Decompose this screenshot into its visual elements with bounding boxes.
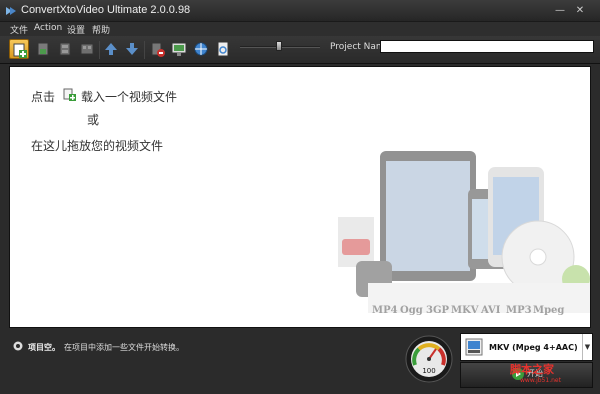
gauge-value: 100 bbox=[422, 367, 436, 375]
status-bar: 项目空。 在项目中添加一些文件开始转换。 100 MKV (Mpeg 4+AAC… bbox=[0, 330, 600, 394]
toolbar-separator bbox=[99, 41, 100, 59]
info-icon bbox=[13, 341, 23, 351]
format-label-mp4: MP4 bbox=[372, 305, 398, 316]
monitor-icon bbox=[171, 42, 187, 56]
zoom-slider-handle[interactable] bbox=[276, 41, 282, 51]
menu-settings[interactable]: 设置 bbox=[67, 23, 85, 36]
save-button[interactable] bbox=[33, 39, 53, 59]
delete-button[interactable] bbox=[147, 39, 167, 59]
format-label-3gp: 3GP bbox=[426, 305, 449, 316]
menu-bar: 文件 Action 设置 帮助 bbox=[0, 22, 600, 36]
drop-zone[interactable]: 点击 载入一个视频文件 或 在这儿拖放您的视频文件 MP4 Ogg 3GP MK… bbox=[9, 66, 591, 328]
speed-gauge: 100 bbox=[405, 335, 453, 383]
film-button[interactable] bbox=[55, 39, 75, 59]
move-down-icon bbox=[126, 43, 138, 55]
globe-button[interactable] bbox=[191, 39, 211, 59]
format-label-ogg: Ogg bbox=[400, 305, 423, 316]
title-bar: ConvertXtoVideo Ultimate 2.0.0.98 — ✕ bbox=[0, 0, 600, 22]
status-message: 在项目中添加一些文件开始转换。 bbox=[64, 343, 184, 352]
close-button[interactable]: ✕ bbox=[572, 3, 588, 19]
format-label-mpeg: Mpeg bbox=[533, 305, 564, 316]
output-format-select[interactable]: MKV (Mpeg 4+AAC) ▼ bbox=[460, 333, 593, 361]
output-format-value: MKV (Mpeg 4+AAC) bbox=[489, 343, 578, 352]
document-icon bbox=[217, 41, 229, 57]
delete-icon bbox=[151, 42, 165, 57]
menu-file[interactable]: 文件 bbox=[10, 23, 28, 36]
format-label-mkv: MKV bbox=[451, 305, 479, 316]
document-button[interactable] bbox=[213, 39, 233, 59]
window-title: ConvertXtoVideo Ultimate 2.0.0.98 bbox=[21, 4, 191, 16]
watermark-text: 脚本之家 bbox=[510, 363, 554, 376]
menu-action[interactable]: Action bbox=[34, 23, 62, 33]
film-grid-icon bbox=[80, 43, 94, 55]
monitor-button[interactable] bbox=[169, 39, 189, 59]
format-label-mp3: MP3 bbox=[506, 305, 532, 316]
gauge-dial-icon bbox=[405, 335, 453, 383]
save-icon bbox=[37, 42, 49, 56]
globe-icon bbox=[194, 42, 208, 56]
chevron-down-icon[interactable]: ▼ bbox=[582, 334, 592, 360]
devices-illustration: MP4 Ogg 3GP MKV AVI MP3 Mpeg bbox=[338, 151, 590, 316]
menu-help[interactable]: 帮助 bbox=[92, 23, 110, 36]
move-up-button[interactable] bbox=[101, 39, 121, 59]
hint-add-text: 载入一个视频文件 bbox=[81, 90, 178, 104]
move-up-icon bbox=[105, 43, 117, 55]
move-down-button[interactable] bbox=[122, 39, 142, 59]
mkv-format-icon bbox=[465, 338, 483, 356]
film-icon bbox=[59, 42, 71, 56]
minimize-button[interactable]: — bbox=[552, 3, 568, 19]
status-label: 项目空。 bbox=[28, 343, 60, 352]
hint-click-text: 点击 bbox=[31, 90, 56, 104]
format-label-avi: AVI bbox=[480, 305, 501, 316]
app-logo-icon bbox=[6, 7, 16, 15]
hint-or-text: 或 bbox=[87, 113, 100, 127]
toolbar-separator bbox=[144, 41, 145, 59]
add-video-button[interactable] bbox=[9, 39, 29, 59]
project-name-input[interactable] bbox=[380, 40, 594, 53]
watermark-url: www.jb51.net bbox=[520, 377, 561, 384]
hint-drag-text: 在这儿拖放您的视频文件 bbox=[31, 139, 164, 153]
film-grid-button[interactable] bbox=[77, 39, 97, 59]
add-video-icon[interactable] bbox=[63, 88, 77, 102]
add-video-icon bbox=[13, 43, 27, 58]
